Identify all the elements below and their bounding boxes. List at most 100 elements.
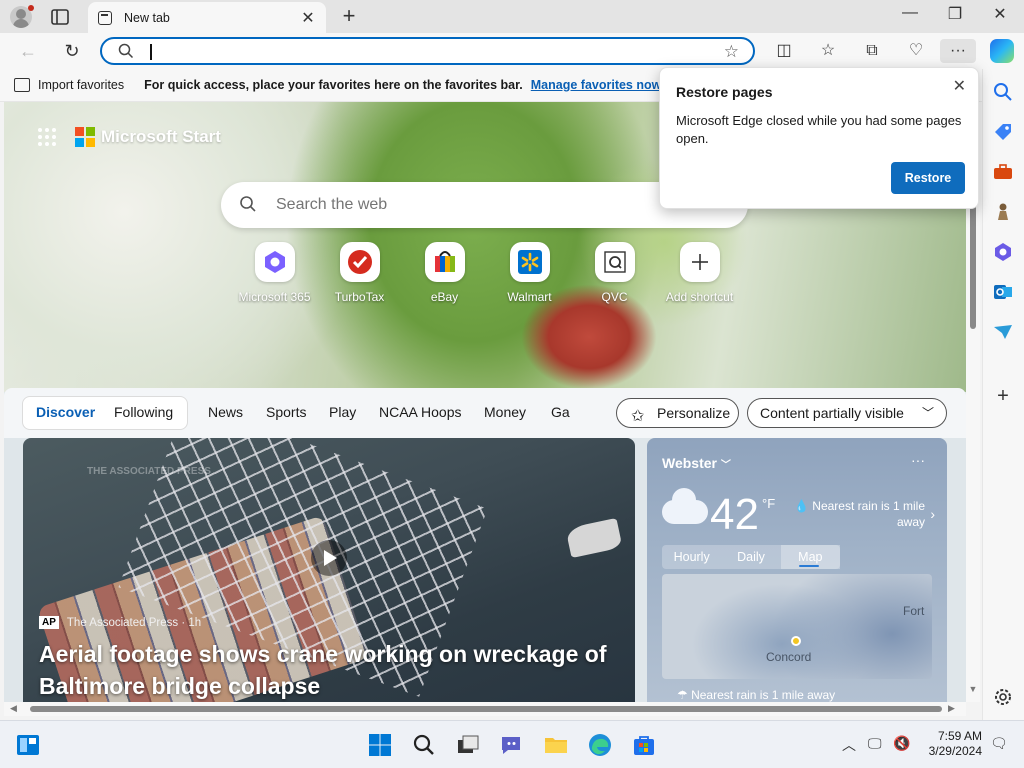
new-tab-button[interactable]: + — [338, 3, 360, 29]
scroll-left-arrow-icon[interactable]: ◀ — [10, 703, 17, 714]
turbotax-icon — [339, 242, 380, 282]
text-caret — [150, 44, 152, 60]
shopping-tag-icon[interactable] — [992, 121, 1014, 143]
scroll-down-arrow-icon[interactable]: ▼ — [967, 684, 979, 694]
shortcut-add[interactable]: Add shortcut — [657, 242, 742, 304]
shortcut-microsoft-365[interactable]: Microsoft 365 — [232, 242, 317, 304]
search-icon — [118, 43, 134, 59]
show-hidden-icons-chevron-up-icon[interactable]: ︿ — [842, 735, 856, 755]
close-icon[interactable]: ✕ — [953, 76, 966, 96]
windows-taskbar: ︿ 🖵 🔇 7:59 AM 3/29/2024 🗨 — [0, 720, 1024, 768]
content-visibility-dropdown[interactable]: Content partially visible ﹀ — [747, 398, 947, 428]
shortcut-turbotax[interactable]: TurboTax — [317, 242, 402, 304]
clock-date: 3/29/2024 — [928, 744, 982, 758]
tab-close-icon[interactable]: ✕ — [300, 8, 316, 28]
tab-gaming-truncated[interactable]: Ga — [551, 404, 570, 420]
import-favorites-button[interactable]: Import favorites — [38, 78, 124, 92]
tab-following[interactable]: Following — [114, 404, 173, 420]
news-headline[interactable]: Aerial footage shows crane working on wr… — [39, 638, 619, 702]
performance-icon[interactable]: ♡ — [904, 39, 928, 63]
collections-icon[interactable]: ⧉ — [860, 39, 884, 63]
sidebar-settings-gear-icon[interactable] — [992, 686, 1014, 708]
close-window-button[interactable]: ✕ — [980, 4, 1020, 24]
system-clock[interactable]: 7:59 AM 3/29/2024 — [922, 729, 982, 759]
shortcut-label: QVC — [601, 290, 628, 304]
address-bar[interactable]: ☆ — [100, 37, 755, 65]
horizontal-scrollbar[interactable]: ◀ ▶ — [4, 702, 966, 716]
tab-news[interactable]: News — [208, 404, 243, 420]
vertical-scroll-thumb[interactable] — [970, 204, 976, 329]
drop-send-icon[interactable] — [992, 321, 1014, 343]
copilot-icon[interactable] — [990, 39, 1014, 63]
edge-browser-icon[interactable] — [586, 731, 614, 759]
personalize-button[interactable]: ✩ Personalize — [616, 398, 739, 428]
weather-footer: ☂ Nearest rain is 1 mile away — [677, 688, 836, 702]
shortcut-label: Microsoft 365 — [238, 290, 311, 304]
address-input[interactable] — [154, 41, 714, 61]
restore-pages-dialog: Restore pages ✕ Microsoft Edge closed wh… — [659, 67, 979, 209]
manage-favorites-link[interactable]: Manage favorites now — [531, 78, 662, 92]
taskbar-search-icon[interactable] — [410, 731, 438, 759]
more-options-icon[interactable]: ··· — [911, 452, 925, 468]
add-favorite-star-icon[interactable]: ☆ — [724, 42, 739, 62]
edge-sidebar: + — [982, 69, 1024, 720]
tab-actions-icon[interactable] — [50, 7, 70, 27]
restore-window-button[interactable]: ❐ — [935, 4, 975, 24]
rain-forecast: 💧 Nearest rain is 1 mile away — [794, 499, 925, 529]
refresh-button[interactable]: ↻ — [60, 40, 84, 62]
widgets-icon[interactable] — [14, 731, 42, 759]
news-card[interactable]: THE ASSOCIATED PRESS AP The Associated P… — [23, 438, 635, 702]
windows-start-icon[interactable] — [366, 731, 394, 759]
tab-money[interactable]: Money — [484, 404, 526, 420]
tab-sports[interactable]: Sports — [266, 404, 306, 420]
outlook-icon[interactable] — [992, 281, 1014, 303]
web-search-input[interactable] — [276, 194, 676, 216]
microsoft-365-icon[interactable] — [992, 241, 1014, 263]
tab-hourly[interactable]: Hourly — [662, 545, 721, 569]
chevron-right-icon[interactable]: › — [930, 506, 935, 522]
weather-card[interactable]: Webster ﹀ ··· 42 °F 💧 Nearest rain is 1 … — [647, 438, 947, 702]
search-icon[interactable] — [992, 81, 1014, 103]
shortcut-qvc[interactable]: QVC — [572, 242, 657, 304]
tab-daily[interactable]: Daily — [721, 545, 780, 569]
split-screen-icon[interactable]: ◫ — [772, 39, 796, 63]
app-launcher-icon[interactable] — [38, 128, 56, 146]
tab-map[interactable]: Map — [780, 545, 840, 569]
microsoft-logo-icon — [75, 127, 95, 147]
volume-muted-icon[interactable]: 🔇 — [893, 735, 910, 752]
new-tab-page-icon — [98, 10, 112, 25]
task-view-icon[interactable] — [454, 731, 482, 759]
dialog-title: Restore pages — [676, 84, 773, 100]
weather-location[interactable]: Webster ﹀ — [662, 455, 731, 471]
favorites-icon[interactable]: ☆ — [816, 39, 840, 63]
content-visibility-label: Content partially visible — [760, 405, 904, 421]
tab-discover[interactable]: Discover — [36, 404, 95, 420]
shortcut-ebay[interactable]: eBay — [402, 242, 487, 304]
plus-icon — [679, 242, 720, 282]
tab-ncaa-hoops[interactable]: NCAA Hoops — [379, 404, 461, 420]
back-button[interactable]: ← — [16, 40, 40, 62]
restore-button[interactable]: Restore — [891, 162, 965, 194]
shortcut-walmart[interactable]: Walmart — [487, 242, 572, 304]
profile-alert-dot — [28, 5, 34, 11]
add-sidebar-app-icon[interactable]: + — [992, 385, 1014, 407]
settings-and-more-button[interactable]: ··· — [940, 39, 976, 63]
microsoft-start-brand[interactable]: Microsoft Start — [101, 127, 221, 147]
tools-toolbox-icon[interactable] — [992, 161, 1014, 183]
games-chess-icon[interactable] — [992, 201, 1014, 223]
tab-new-tab[interactable]: New tab ✕ — [88, 2, 326, 33]
horizontal-scroll-thumb[interactable] — [30, 706, 942, 712]
shortcut-label: TurboTax — [334, 290, 385, 304]
microsoft-store-icon[interactable] — [630, 731, 658, 759]
notifications-icon[interactable]: 🗨 — [990, 735, 1008, 752]
file-explorer-icon[interactable] — [542, 731, 570, 759]
play-video-icon[interactable] — [311, 540, 347, 576]
network-icon[interactable]: 🖵 — [868, 735, 882, 752]
news-source: AP The Associated Press · 1h — [39, 616, 201, 629]
tab-play[interactable]: Play — [329, 404, 356, 420]
minimize-button[interactable]: — — [890, 4, 930, 22]
scroll-right-arrow-icon[interactable]: ▶ — [948, 703, 955, 714]
temperature-unit[interactable]: °F — [762, 496, 775, 511]
weather-map[interactable]: Concord Fort — [662, 574, 932, 679]
teams-chat-icon[interactable] — [498, 731, 526, 759]
